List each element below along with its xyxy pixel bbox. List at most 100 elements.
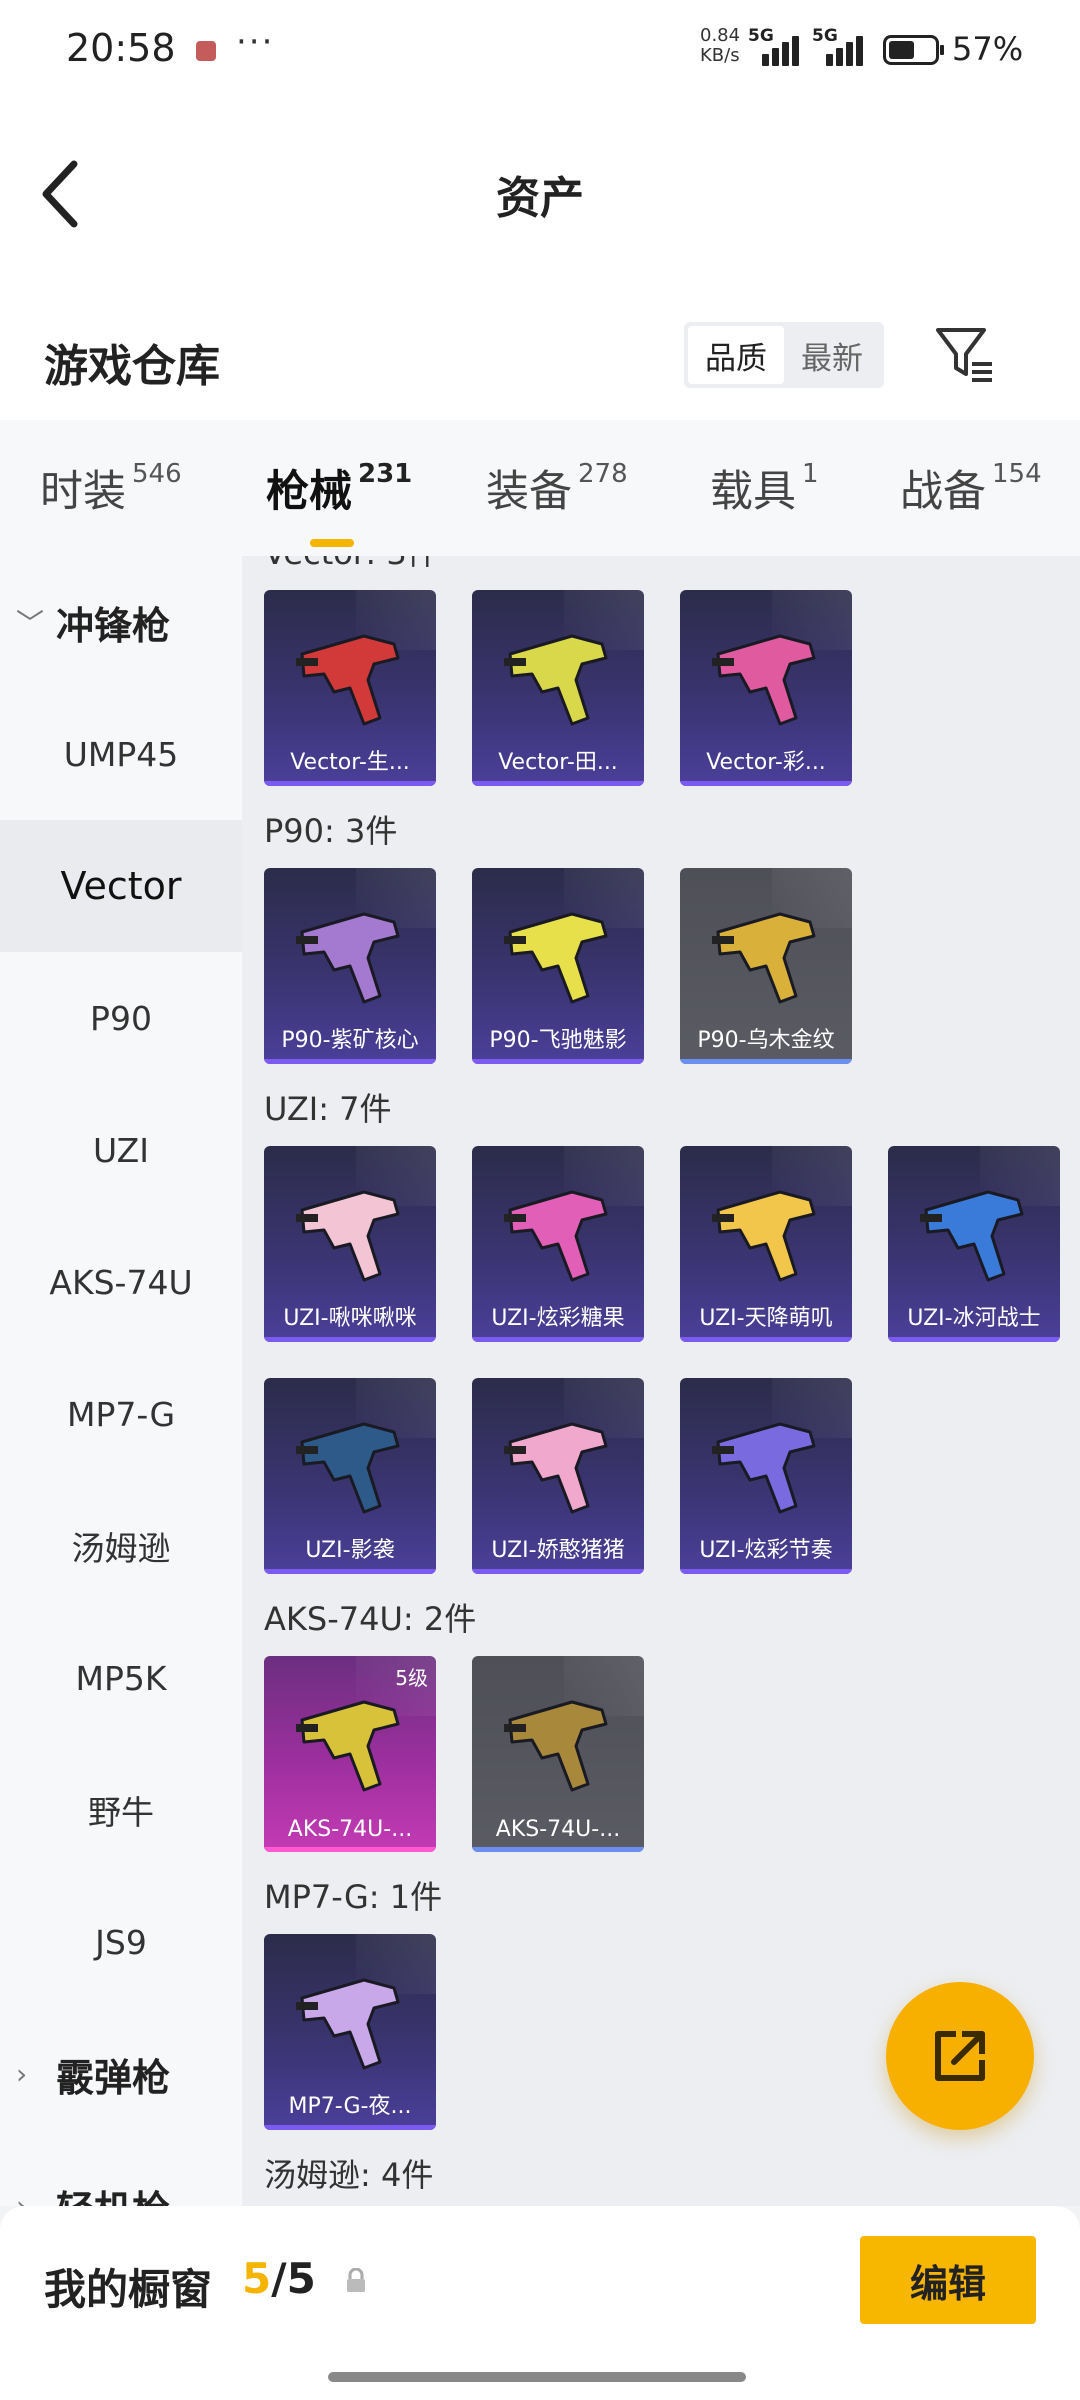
item-name: Vector-生... (290, 750, 410, 775)
edit-button[interactable]: 编辑 (860, 2236, 1036, 2324)
weapon-image-icon (296, 1422, 400, 1514)
sidebar-group-lmg[interactable]: › 轻机枪 (0, 2140, 242, 2207)
sidebar-item-uzi[interactable]: UZI (0, 1084, 242, 1216)
item-name: Vector-田... (498, 750, 618, 775)
rarity-stripe (680, 1059, 852, 1064)
chevron-right-icon: › (16, 2189, 28, 2207)
sidebar-item-mp5k[interactable]: MP5K (0, 1612, 242, 1744)
sidebar-item-label: JS9 (95, 1922, 147, 1962)
item-card[interactable]: Vector-彩... (680, 590, 852, 786)
tab-count: 1 (802, 459, 819, 489)
network-speed-value: 0.84 (700, 25, 741, 46)
item-card[interactable]: Vector-生... (264, 590, 436, 786)
page-title: 资产 (496, 173, 584, 224)
sidebar-item-label: 轻机枪 (56, 2179, 170, 2207)
warehouse-title: 游戏仓库 (44, 341, 220, 392)
top-nav: 资产 (0, 100, 1080, 280)
weapon-image-icon (712, 1422, 816, 1514)
showcase-total: 5 (286, 2254, 316, 2303)
item-grid: Vector: 3件 Vector-生... Vector-田... Vector-彩… (242, 556, 1080, 2206)
showcase-count: 5/5 (242, 2254, 316, 2303)
weapon-image-icon (712, 912, 816, 1004)
tab-count: 278 (578, 459, 628, 489)
item-card[interactable]: P90-紫矿核心 (264, 868, 436, 1064)
rarity-stripe (472, 781, 644, 786)
section-title: AKS-74U: 2件 (264, 1600, 477, 1638)
item-name: UZI-炫彩节奏 (699, 1538, 833, 1563)
item-card[interactable]: UZI-炫彩糖果 (472, 1146, 644, 1342)
item-name: P90-乌木金纹 (697, 1028, 835, 1053)
weapon-image-icon (296, 1978, 400, 2070)
item-card[interactable]: UZI-影袭 (264, 1378, 436, 1574)
rarity-stripe (472, 1847, 644, 1852)
sidebar-item-label: 霰弹枪 (56, 2055, 171, 2100)
item-card[interactable]: MP7-G-夜... (264, 1934, 436, 2130)
sidebar-item-mp7g[interactable]: MP7-G (0, 1348, 242, 1480)
rarity-stripe (264, 1569, 436, 1574)
tab-label: 载具 (710, 467, 796, 517)
item-card[interactable]: P90-乌木金纹 (680, 868, 852, 1064)
sidebar-item-label: 野牛 (88, 1793, 154, 1832)
rarity-stripe (264, 1847, 436, 1852)
showcase-bar: 我的橱窗 5/5 编辑 (0, 2206, 1080, 2400)
item-name: UZI-影袭 (305, 1538, 395, 1563)
sidebar-item-label: UMP45 (63, 734, 179, 774)
sidebar-item-aks74u[interactable]: AKS-74U (0, 1216, 242, 1348)
item-name: UZI-炫彩糖果 (491, 1306, 625, 1331)
weapon-image-icon (504, 1190, 608, 1282)
rarity-stripe (680, 781, 852, 786)
sidebar-item-p90[interactable]: P90 (0, 952, 242, 1084)
tab-label: 时装 (40, 467, 126, 517)
sidebar-item-label: UZI (93, 1130, 149, 1170)
item-card[interactable]: UZI-啾咪啾咪 (264, 1146, 436, 1342)
sidebar-group-smg[interactable]: ﹀ 冲锋枪 (0, 556, 242, 688)
sidebar-group-shotgun[interactable]: › 霰弹枪 (0, 2008, 242, 2140)
rarity-stripe (472, 1569, 644, 1574)
item-name: P90-紫矿核心 (281, 1028, 419, 1053)
tab-vehicles[interactable]: 载具 1 (710, 457, 819, 519)
item-card[interactable]: UZI-冰河战士 (888, 1146, 1060, 1342)
chevron-down-icon: ﹀ (16, 607, 45, 640)
showcase-label: 我的橱窗 (44, 2265, 213, 2314)
sort-toggle: 品质 最新 (684, 322, 884, 388)
tab-supplies[interactable]: 战备 154 (900, 457, 1042, 519)
item-card[interactable]: UZI-炫彩节奏 (680, 1378, 852, 1574)
app-notification-icon (196, 41, 216, 61)
tab-equipment[interactable]: 装备 278 (486, 457, 628, 519)
item-name: P90-飞驰魅影 (489, 1028, 627, 1053)
item-card[interactable]: P90-飞驰魅影 (472, 868, 644, 1064)
home-indicator[interactable] (328, 2372, 746, 2382)
sidebar-item-vector[interactable]: Vector (0, 820, 242, 952)
sidebar-item-label: 冲锋枪 (56, 603, 171, 648)
tab-fashion[interactable]: 时装 546 (40, 457, 182, 519)
share-button[interactable] (886, 1982, 1034, 2130)
filter-button[interactable] (934, 322, 996, 388)
item-card[interactable]: Vector-田... (472, 590, 644, 786)
sidebar-item-ump45[interactable]: UMP45 (0, 688, 242, 820)
item-card[interactable]: UZI-娇憨猪猪 (472, 1378, 644, 1574)
more-notifications-icon: ··· (236, 22, 275, 62)
item-name: AKS-74U-... (495, 1817, 621, 1842)
tab-label: 枪械 (266, 467, 352, 517)
item-card[interactable]: UZI-天降萌叽 (680, 1146, 852, 1342)
weapon-image-icon (504, 1700, 608, 1792)
active-tab-indicator (310, 539, 354, 547)
section-title: P90: 3件 (264, 812, 398, 850)
signal-icon-2: 5G (812, 26, 868, 66)
sidebar-item-js9[interactable]: JS9 (0, 1876, 242, 2008)
tab-firearms[interactable]: 枪械 231 (266, 457, 412, 547)
sidebar-item-label: MP7-G (66, 1394, 176, 1434)
weapon-image-icon (504, 1422, 608, 1514)
weapon-type-sidebar: ﹀ 冲锋枪 UMP45 Vector P90 UZI AKS-74U MP7-G… (0, 556, 242, 2206)
lock-icon (347, 2268, 365, 2292)
item-card[interactable]: 5级 AKS-74U-... (264, 1656, 436, 1852)
tab-label: 战备 (900, 467, 986, 517)
sort-option-newest[interactable]: 最新 (784, 326, 880, 384)
sort-option-quality[interactable]: 品质 (688, 326, 784, 384)
item-level-badge: 5级 (395, 1666, 428, 1690)
weapon-image-icon (712, 634, 816, 726)
item-card[interactable]: AKS-74U-... (472, 1656, 644, 1852)
sidebar-item-thompson[interactable]: 汤姆逊 (0, 1480, 242, 1612)
sidebar-item-bizon[interactable]: 野牛 (0, 1744, 242, 1876)
rarity-stripe (472, 1337, 644, 1342)
